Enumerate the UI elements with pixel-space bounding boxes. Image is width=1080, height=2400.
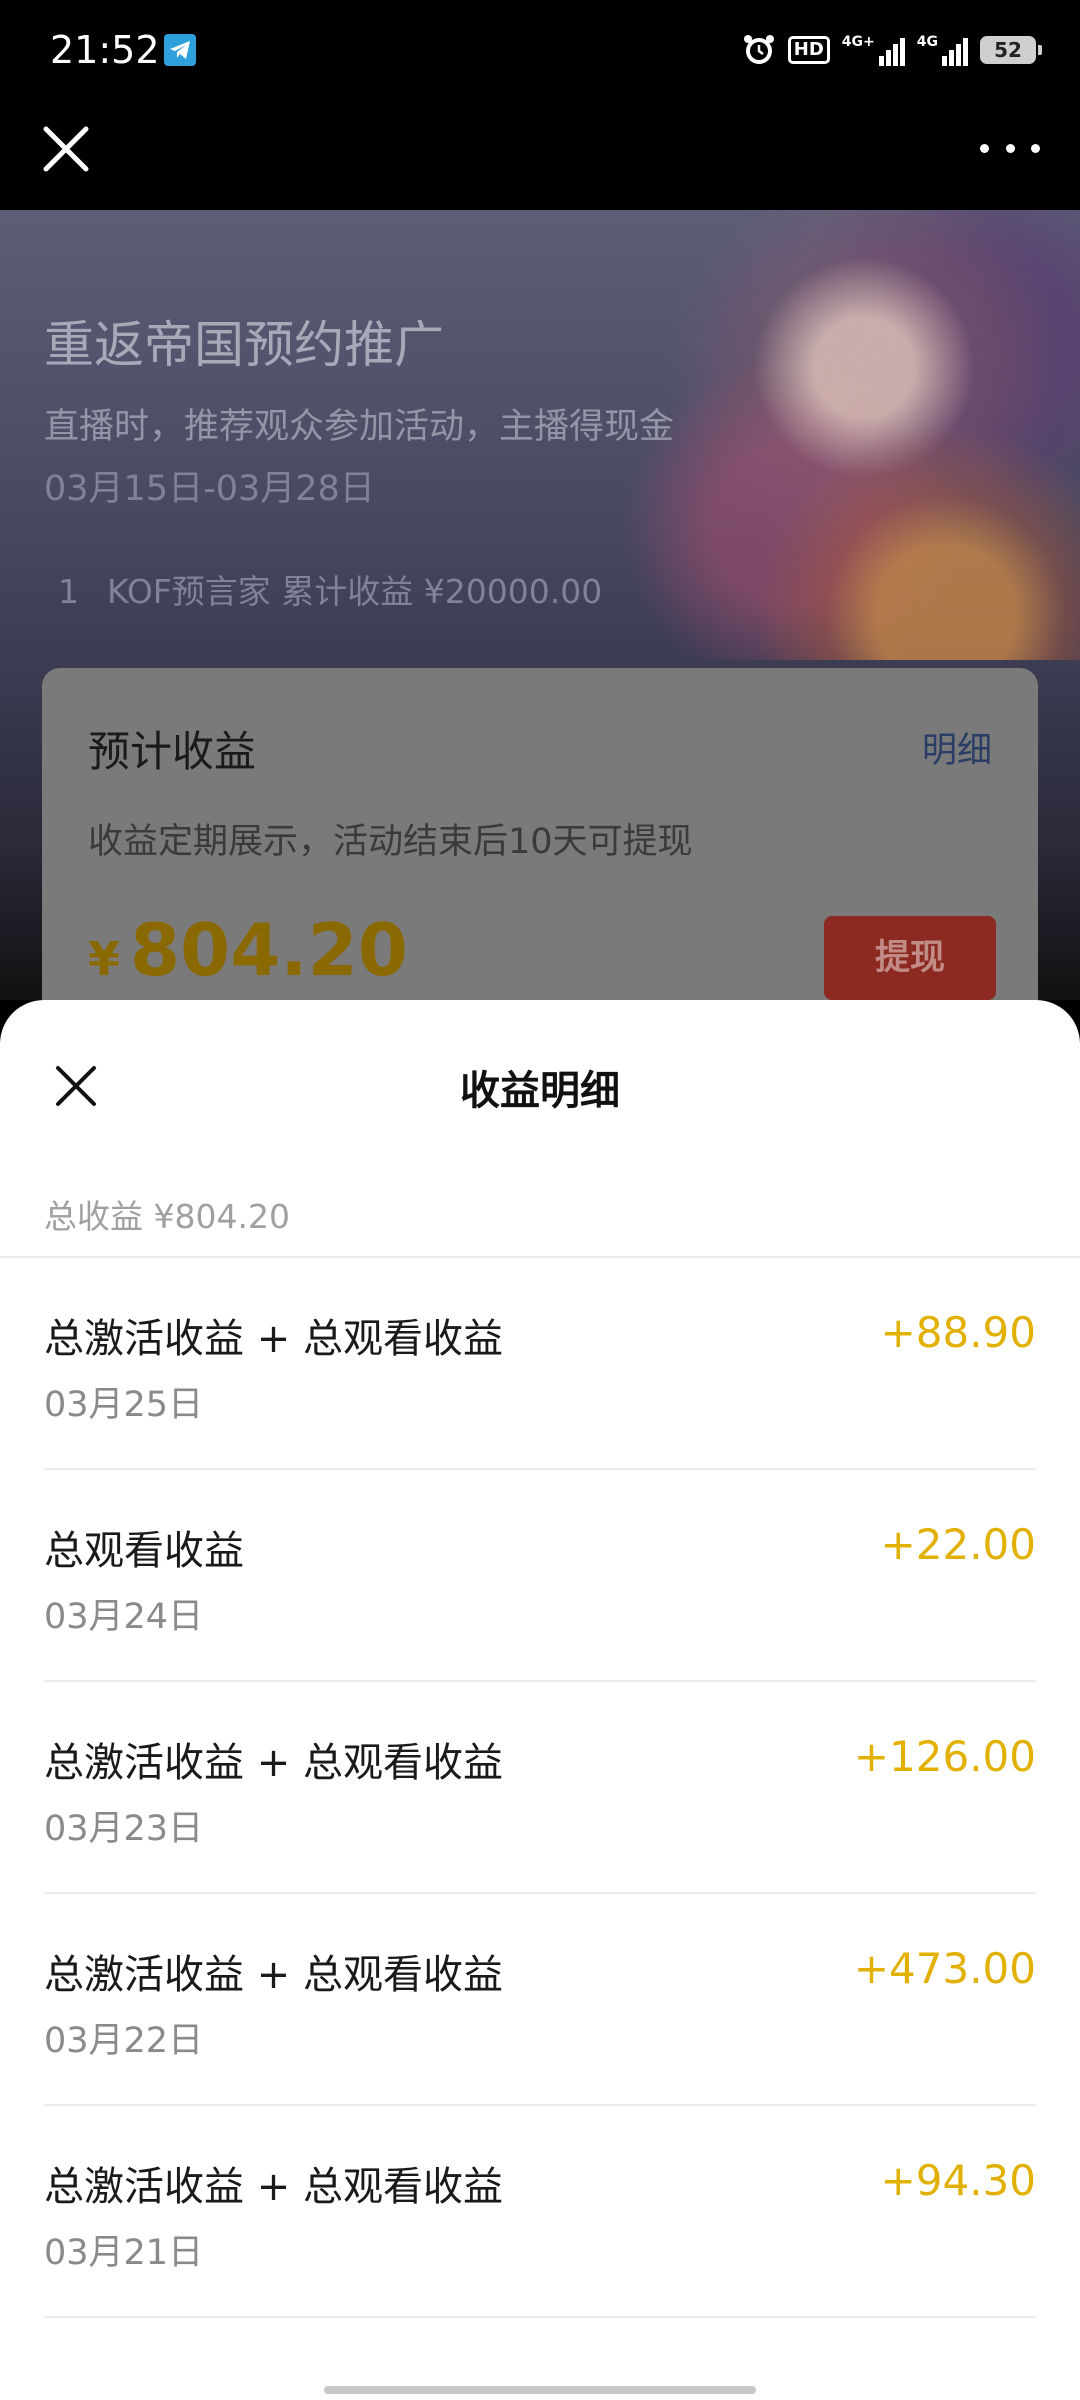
battery-icon: 52 <box>980 36 1042 64</box>
list-item: 总激活收益 + 总观看收益 03月23日 +126.00 <box>44 1682 1036 1894</box>
item-amount: +94.30 <box>880 2156 1036 2205</box>
earnings-list[interactable]: 总激活收益 + 总观看收益 03月25日 +88.90 总观看收益 03月24日… <box>0 1258 1080 2318</box>
item-date: 03月23日 <box>44 1809 204 1849</box>
hd-voice-icon: HD <box>787 36 830 64</box>
signal-4g-icon: 4G <box>917 34 968 66</box>
estimated-earnings-card: 预计收益 明细 收益定期展示，活动结束后10天可提现 ¥ 804.20 提现 <box>42 668 1038 1000</box>
close-icon[interactable] <box>40 123 92 175</box>
sheet-title: 收益明细 <box>460 1068 620 1114</box>
item-date: 03月25日 <box>44 1385 204 1425</box>
rank-text: KOF预言家 累计收益 ¥20000.00 <box>107 572 603 611</box>
item-title: 总观看收益 <box>44 1528 244 1574</box>
status-icons: HD 4G+ 4G 52 <box>742 30 1042 70</box>
item-date: 03月24日 <box>44 1597 204 1637</box>
status-time: 21:52 <box>50 28 160 72</box>
item-amount: +473.00 <box>853 1944 1036 1993</box>
item-date: 03月22日 <box>44 2021 204 2061</box>
item-title: 总激活收益 + 总观看收益 <box>44 2164 503 2210</box>
page-title: 重返帝国预约推广 <box>44 316 444 374</box>
activity-date-range: 03月15日-03月28日 <box>44 469 375 509</box>
status-bar: 21:52 HD 4G+ 4G 52 <box>0 0 1080 105</box>
more-icon[interactable] <box>980 135 1040 161</box>
item-title: 总激活收益 + 总观看收益 <box>44 1316 503 1362</box>
leaderboard-item: 1 KOF预言家 累计收益 ¥20000.00 <box>58 565 602 613</box>
list-item: 总激活收益 + 总观看收益 03月21日 +94.30 <box>44 2106 1036 2318</box>
item-amount: +126.00 <box>853 1732 1036 1781</box>
home-indicator[interactable] <box>324 2386 756 2394</box>
page-subtitle: 直播时，推荐观众参加活动，主播得现金 <box>44 407 675 447</box>
list-item: 总激活收益 + 总观看收益 03月22日 +473.00 <box>44 1894 1036 2106</box>
currency-symbol: ¥ <box>88 932 121 986</box>
details-link[interactable]: 明细 <box>922 722 992 773</box>
withdraw-button[interactable]: 提现 <box>824 916 996 1000</box>
rank-index: 1 <box>58 572 79 611</box>
amount-value: 804.20 <box>130 908 408 992</box>
item-date: 03月21日 <box>44 2233 204 2273</box>
item-title: 总激活收益 + 总观看收益 <box>44 1740 503 1786</box>
earnings-note: 收益定期展示，活动结束后10天可提现 <box>88 822 693 862</box>
total-earnings: 总收益 ¥804.20 <box>44 1197 290 1236</box>
screen: 21:52 HD 4G+ 4G 52 重返帝国预约推广 直播时，推荐观众参加活动… <box>0 0 1080 2400</box>
item-amount: +22.00 <box>880 1520 1036 1569</box>
top-nav-bar <box>0 105 1080 210</box>
estimated-earnings-title: 预计收益 <box>88 727 257 776</box>
item-amount: +88.90 <box>880 1308 1036 1357</box>
earnings-detail-sheet: 收益明细 总收益 ¥804.20 总激活收益 + 总观看收益 03月25日 +8… <box>0 1000 1080 2400</box>
promotion-page: 重返帝国预约推广 直播时，推荐观众参加活动，主播得现金 03月15日-03月28… <box>0 210 1080 1000</box>
item-title: 总激活收益 + 总观看收益 <box>44 1952 503 1998</box>
telegram-icon <box>164 34 196 66</box>
list-item: 总观看收益 03月24日 +22.00 <box>44 1470 1036 1682</box>
estimated-amount: ¥ 804.20 <box>88 908 408 992</box>
list-item: 总激活收益 + 总观看收益 03月25日 +88.90 <box>44 1258 1036 1470</box>
alarm-icon <box>743 35 774 64</box>
signal-4g-plus-icon: 4G+ <box>842 34 905 66</box>
